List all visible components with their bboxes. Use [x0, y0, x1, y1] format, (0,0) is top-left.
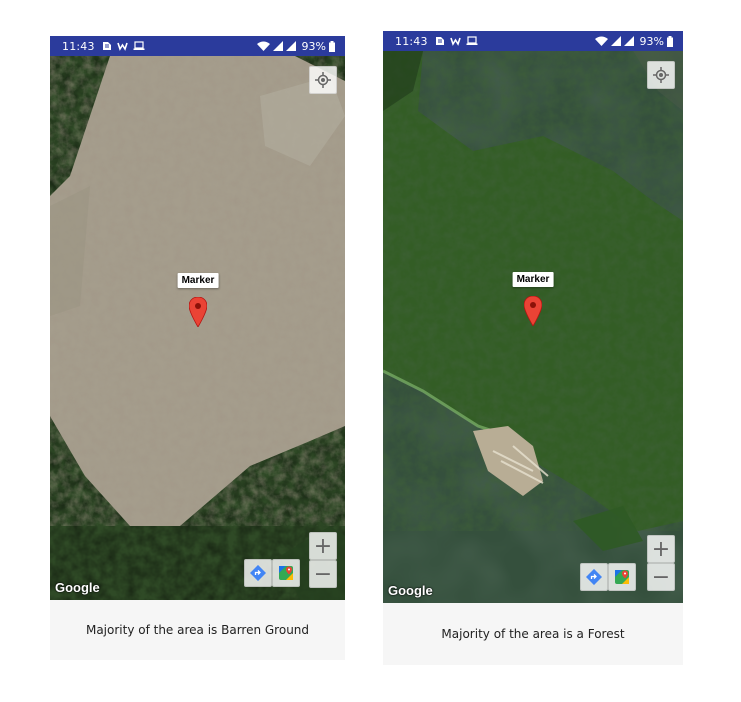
- status-time: 11:43: [395, 34, 428, 48]
- my-location-icon: [315, 72, 331, 88]
- my-location-icon: [653, 67, 669, 83]
- map-view[interactable]: Marker + − Google: [383, 51, 683, 603]
- google-attribution: Google: [388, 583, 433, 598]
- google-attribution: Google: [55, 580, 100, 595]
- map-pin-icon[interactable]: [189, 297, 207, 327]
- marker-info-window: Marker: [177, 273, 219, 288]
- my-location-button[interactable]: [309, 66, 337, 94]
- phone-screen-barren: 11:43 93% Marker + − Google Majority of …: [50, 36, 345, 660]
- wearable-icon: [116, 42, 128, 51]
- signal-icon: [272, 41, 283, 51]
- zoom-in-button[interactable]: +: [647, 535, 675, 563]
- directions-button[interactable]: [244, 559, 272, 587]
- wifi-icon: [594, 36, 608, 46]
- wifi-icon: [256, 41, 270, 51]
- map-toolbar: [244, 559, 300, 587]
- battery-percent: 93%: [301, 39, 326, 53]
- status-time: 11:43: [62, 39, 95, 53]
- zoom-out-button[interactable]: −: [309, 560, 337, 588]
- signal-icon: [285, 41, 296, 51]
- map-marker[interactable]: Marker: [503, 272, 563, 332]
- notification-icon: [435, 37, 444, 45]
- battery-icon: [667, 35, 673, 47]
- map-view[interactable]: Marker + − Google: [50, 56, 345, 600]
- open-in-maps-button[interactable]: [272, 559, 300, 587]
- zoom-out-button[interactable]: −: [647, 563, 675, 591]
- laptop-icon: [133, 41, 145, 50]
- directions-icon: [586, 569, 602, 585]
- notification-icon: [102, 42, 111, 50]
- signal-icon: [610, 36, 621, 46]
- status-bar: 11:43 93%: [50, 36, 345, 56]
- status-bar: 11:43 93%: [383, 31, 683, 51]
- wearable-icon: [449, 37, 461, 46]
- open-in-maps-button[interactable]: [608, 563, 636, 591]
- map-pin-icon[interactable]: [524, 296, 542, 326]
- directions-icon: [250, 565, 266, 581]
- map-toolbar: [580, 563, 636, 591]
- map-marker[interactable]: Marker: [168, 273, 228, 333]
- signal-icon: [623, 36, 634, 46]
- google-maps-icon: [615, 570, 629, 584]
- area-caption: Majority of the area is Barren Ground: [50, 600, 345, 660]
- zoom-in-button[interactable]: +: [309, 532, 337, 560]
- battery-percent: 93%: [639, 34, 664, 48]
- area-caption: Majority of the area is a Forest: [383, 603, 683, 665]
- zoom-controls: + −: [647, 535, 675, 591]
- laptop-icon: [466, 36, 478, 45]
- google-maps-icon: [279, 566, 293, 580]
- my-location-button[interactable]: [647, 61, 675, 89]
- battery-icon: [329, 40, 335, 52]
- phone-screen-forest: 11:43 93% Marker + − Google Majority of …: [383, 31, 683, 665]
- marker-info-window: Marker: [512, 272, 554, 287]
- zoom-controls: + −: [309, 532, 337, 588]
- directions-button[interactable]: [580, 563, 608, 591]
